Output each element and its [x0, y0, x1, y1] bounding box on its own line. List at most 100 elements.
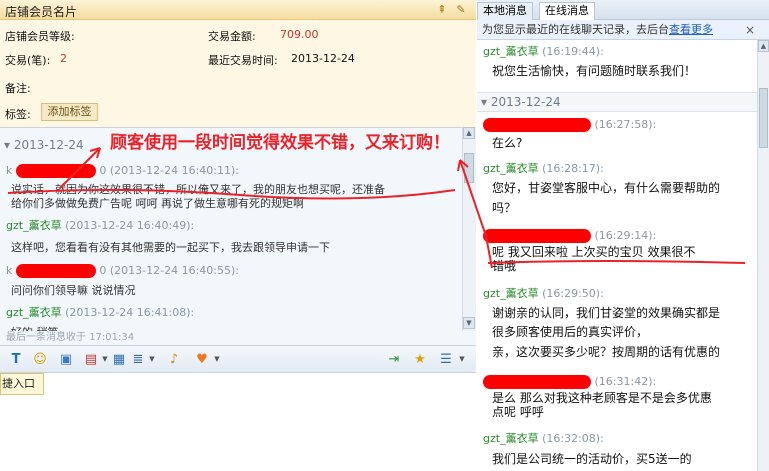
- input-toolbar: T ☺ ▣ ▤ ▼ ▦ ≣ ▼ ♪ ♥ ▼ ⇥ ★ ☰ ▼: [0, 345, 476, 373]
- msg-time: (16:28:17):: [542, 162, 604, 175]
- trade-amount-value: 709.00: [280, 28, 319, 41]
- file-icon[interactable]: ▦: [111, 352, 127, 368]
- wrench-icon[interactable]: ✎: [455, 3, 467, 16]
- trade-amount-label: 交易金额:: [208, 30, 256, 43]
- scroll-up-button[interactable]: ▲: [463, 127, 475, 139]
- redacted-mark: [483, 118, 591, 132]
- msg-body: 这样吧，您看看有没有其他需要的一起买下，我去跟领导申请一下: [11, 241, 330, 254]
- member-level-label: 店铺会员等级:: [5, 30, 75, 43]
- font-icon[interactable]: T: [8, 352, 24, 368]
- msg-body: 祝您生活愉快，有问题随时联系我们！: [492, 64, 697, 78]
- msg-time: (16:27:58):: [594, 118, 657, 131]
- send-file-icon[interactable]: ⇥: [386, 352, 402, 368]
- sender-name: k: [6, 264, 13, 277]
- msg-time: (16:29:14):: [594, 229, 657, 242]
- tab-local-messages[interactable]: 本地消息: [477, 2, 533, 20]
- msg-header: (16:27:58):: [483, 118, 656, 132]
- quick-phrase-icon[interactable]: ≣: [130, 352, 146, 368]
- last-trade-time-label: 最近交易时间:: [208, 54, 278, 67]
- msg-time: (16:31:42):: [594, 375, 657, 388]
- annotation-text: 顾客使用一段时间觉得效果不错，又来订购！: [110, 133, 450, 153]
- sender-name: gzt_薰衣草: [483, 287, 539, 300]
- msg-header: gzt_薰衣草 (16:32:08):: [483, 430, 604, 446]
- msg-header: gzt_薰衣草 (16:19:44):: [483, 43, 604, 59]
- chat-history-left: ▾ 2013-12-24 k 0 (2013-12-24 16:40:11): …: [0, 127, 462, 332]
- msg-header: k 0 (2013-12-24 16:40:55):: [6, 264, 239, 278]
- msg-body: 您好，甘姿堂客服中心，有什么需要帮助的: [492, 181, 721, 195]
- msg-header: gzt_薰衣草 (2013-12-24 16:41:08):: [6, 304, 194, 320]
- last-trade-time-value: 2013-12-24: [291, 52, 355, 65]
- redacted-mark: [15, 164, 96, 178]
- pin-icon[interactable]: ⇞: [436, 3, 448, 16]
- scroll-up-button[interactable]: ▲: [758, 40, 769, 52]
- image-icon[interactable]: ▣: [58, 352, 74, 368]
- member-card-title: 店铺会员名片: [5, 5, 78, 19]
- last-message-status: 最后一条消息收于 17:01:34: [0, 331, 476, 345]
- tag-label: 标签:: [5, 108, 31, 121]
- msg-time: (2013-12-24 16:40:55):: [109, 264, 239, 277]
- chat-date: 2013-12-24: [13, 138, 84, 152]
- msg-header: gzt_薰衣草 (16:28:17):: [483, 160, 604, 176]
- msg-header: (16:29:14):: [483, 229, 656, 243]
- emoji-icon[interactable]: ☺: [32, 352, 48, 368]
- scroll-thumb[interactable]: [464, 153, 474, 183]
- message-tabs: 本地消息 在线消息: [477, 0, 769, 20]
- sender-name-tail: 0: [99, 164, 107, 177]
- msg-body: 谢谢亲的认同，我们甘姿堂的效果确实都是: [492, 306, 721, 320]
- redacted-mark: [483, 375, 591, 389]
- heart-dropdown-icon[interactable]: ▼: [213, 354, 221, 364]
- left-chat-scrollbar[interactable]: ▲ ▼: [462, 127, 476, 331]
- right-panel: 本地消息 在线消息 为您显示最近的在线聊天记录，去后台查看更多 × gzt_薰衣…: [477, 0, 769, 471]
- sender-name: gzt_薰衣草: [483, 45, 539, 58]
- bell-icon[interactable]: ♪: [166, 352, 182, 368]
- sender-name-tail: 0: [99, 264, 107, 277]
- msg-time: (2013-12-24 16:40:11):: [109, 164, 239, 177]
- sender-name: gzt_薰衣草: [483, 162, 539, 175]
- screenshot-dropdown-icon[interactable]: ▼: [101, 354, 109, 364]
- sender-name: gzt_薰衣草: [6, 306, 62, 319]
- msg-body: 问问你们领导嘛 说说情况: [11, 284, 136, 297]
- online-notice-bar: 为您显示最近的在线聊天记录，去后台查看更多 ×: [477, 20, 769, 40]
- msg-time: (16:19:44):: [542, 45, 604, 58]
- tab-online-messages[interactable]: 在线消息: [539, 2, 595, 20]
- msg-body: 在么?: [492, 136, 523, 150]
- shortcut-entry-tip[interactable]: 捷入口: [0, 373, 44, 395]
- trade-count-value: 2: [60, 52, 67, 65]
- msg-body-cont: 错哦: [492, 259, 517, 273]
- msg-body-cont: 点呢 呼呼: [492, 405, 544, 419]
- quick-phrase-dropdown-icon[interactable]: ▼: [148, 354, 156, 364]
- close-icon[interactable]: ×: [745, 20, 759, 40]
- redacted-mark: [483, 229, 591, 243]
- msg-header: k 0 (2013-12-24 16:40:11):: [6, 164, 239, 178]
- msg-header: (16:31:42):: [483, 375, 656, 389]
- member-card-header: 店铺会员名片 ⇞ ✎: [0, 0, 476, 20]
- heart-icon[interactable]: ♥: [194, 352, 210, 368]
- favorite-icon[interactable]: ★: [412, 352, 428, 368]
- redacted-mark: [15, 264, 96, 278]
- trade-count-label: 交易(笔):: [5, 54, 51, 67]
- scroll-thumb[interactable]: [759, 88, 768, 148]
- msg-time: (16:32:08):: [542, 432, 604, 445]
- msg-body-cont: 亲，这次要买多少呢？按周期的话有优惠的: [492, 345, 721, 359]
- sender-name: gzt_薰衣草: [483, 432, 539, 445]
- msg-body: 呢 我又回来啦 上次买的宝贝 效果很不: [492, 245, 696, 259]
- msg-body-cont: 吗？: [492, 201, 517, 215]
- right-chat-scrollbar[interactable]: ▲: [757, 40, 769, 471]
- message-input-area[interactable]: [0, 373, 476, 471]
- msg-time: (16:29:50):: [542, 287, 604, 300]
- left-panel: 店铺会员名片 ⇞ ✎ 店铺会员等级: 交易金额: 709.00 交易(笔): 2…: [0, 0, 476, 471]
- msg-body-cont: 给你们多做做免费广告呢 呵呵 再说了做生意哪有死的规矩啊: [11, 197, 304, 210]
- msg-body: 我们是公司统一的活动价，买5送一的: [492, 452, 692, 466]
- last-message-label: 最后一条消息收于: [6, 332, 86, 343]
- msg-header: gzt_薰衣草 (2013-12-24 16:40:49):: [6, 217, 194, 233]
- notice-text: 为您显示最近的在线聊天记录，去后台: [482, 23, 669, 36]
- screenshot-icon[interactable]: ▤: [83, 352, 99, 368]
- chat-date-header: ▾ 2013-12-24: [4, 138, 84, 152]
- add-tag-button[interactable]: 添加标签: [41, 103, 98, 121]
- date-separator-label: ▾ 2013-12-24: [481, 95, 561, 109]
- view-more-link[interactable]: 查看更多: [669, 23, 713, 36]
- history-dropdown-icon[interactable]: ▼: [458, 354, 466, 364]
- date-text: 2013-12-24: [490, 95, 561, 109]
- scroll-down-button[interactable]: ▼: [463, 317, 475, 329]
- history-icon[interactable]: ☰: [438, 352, 454, 368]
